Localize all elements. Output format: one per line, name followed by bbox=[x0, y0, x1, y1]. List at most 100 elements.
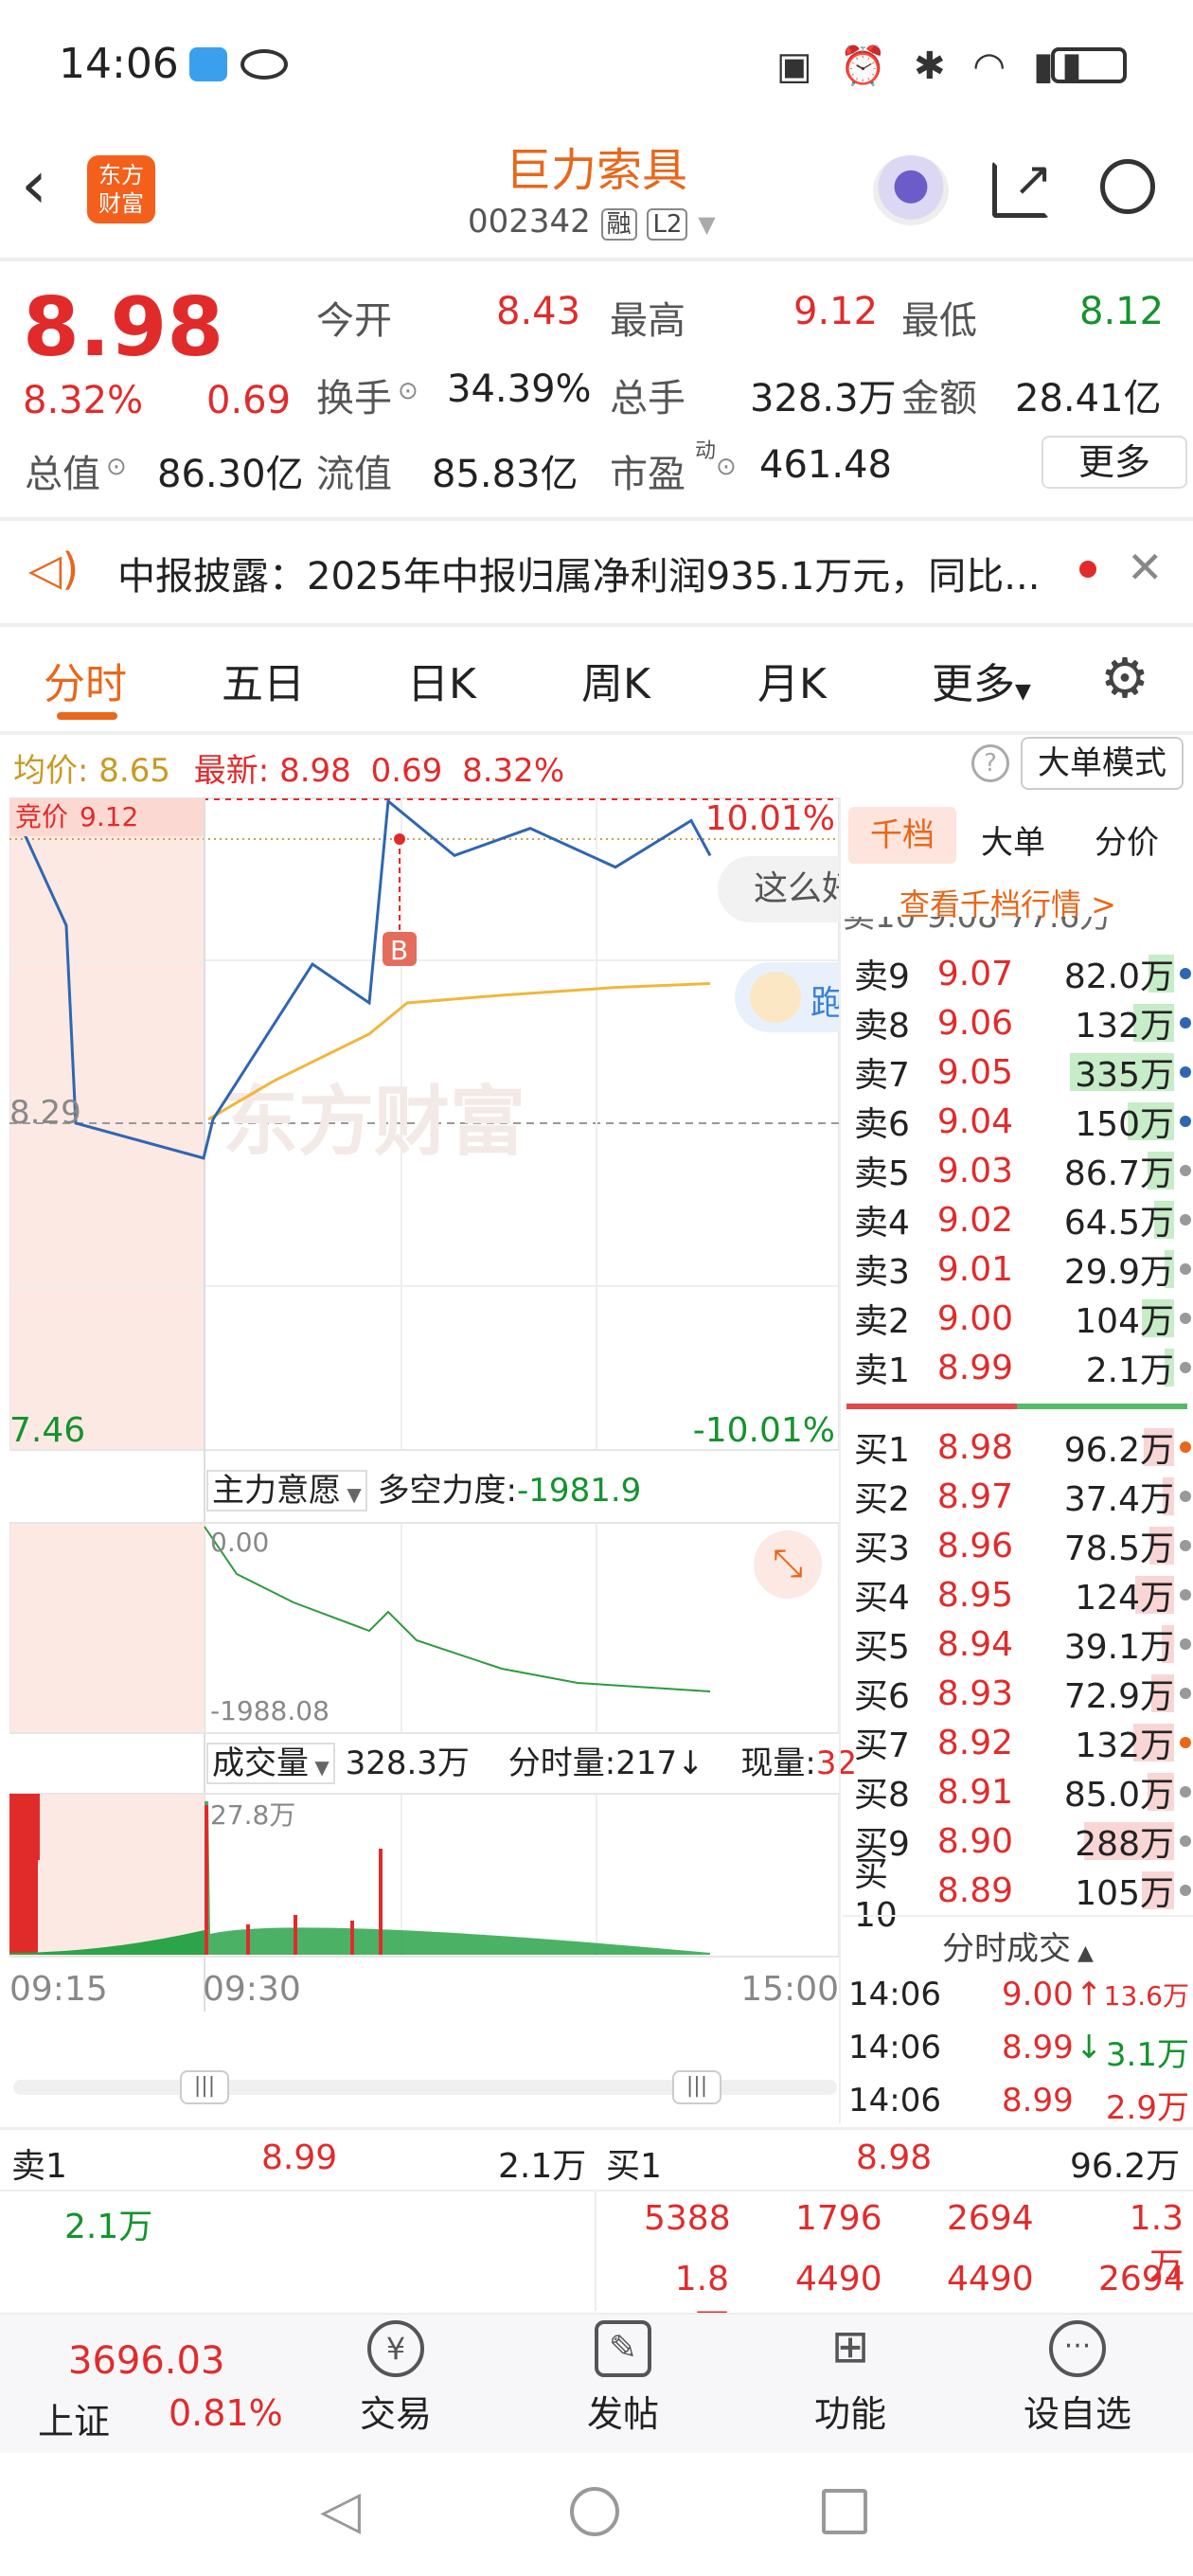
buy-level-9[interactable]: 买10 8.89 105万 bbox=[843, 1855, 1193, 1935]
level-price: 9.03 bbox=[936, 1151, 1013, 1190]
indicator-bottom: -1988.08 bbox=[210, 1695, 329, 1726]
range-handle-right[interactable]: ||| bbox=[672, 2070, 721, 2104]
vol-value: 328.3万 bbox=[750, 377, 897, 420]
sell-level-0[interactable]: 卖9 9.07 82.0万 bbox=[843, 949, 1193, 998]
level-label: 卖1 bbox=[854, 1351, 910, 1390]
time-0930: 09:30 bbox=[203, 1970, 301, 2009]
nav-trade[interactable]: ¥ 交易 bbox=[301, 2320, 490, 2443]
tab-more[interactable]: 更多▼ bbox=[932, 650, 1031, 710]
level-price: 8.90 bbox=[936, 1821, 1013, 1861]
indicator-select[interactable]: 主力意愿 ▼ bbox=[206, 1470, 367, 1512]
level1-vdivider bbox=[595, 2190, 596, 2311]
gear-icon[interactable]: ⚙ bbox=[1100, 646, 1149, 710]
level-price: 8.96 bbox=[936, 1526, 1013, 1565]
tick-arrow: ↓ bbox=[1076, 2029, 1103, 2066]
price-chart[interactable]: 东方财富 B 竞价 9.12 8.29 7.46 10.01% -10.01% 0… bbox=[9, 797, 839, 2012]
info-icon[interactable]: ⊙ bbox=[716, 453, 737, 481]
level-price: 8.95 bbox=[936, 1575, 1013, 1615]
level-volume: 132万 bbox=[1075, 1726, 1174, 1765]
low-value: 8.12 bbox=[1079, 290, 1165, 333]
notice-text[interactable]: 中报披露：2025年中报归属净利润935.1万元，同比... bbox=[117, 546, 1040, 600]
dropdown-icon: ▼ bbox=[1015, 680, 1031, 704]
search-icon[interactable] bbox=[1100, 159, 1155, 214]
level-dot bbox=[1180, 1835, 1191, 1847]
close-icon[interactable]: ✕ bbox=[1127, 542, 1164, 593]
system-recent-icon[interactable] bbox=[822, 2489, 867, 2534]
chat-bubble[interactable]: 这么好 bbox=[718, 856, 841, 922]
help-icon[interactable]: ? bbox=[971, 744, 1009, 782]
nav-func-label: 功能 bbox=[813, 2393, 886, 2435]
rabbit-text: 跑 bbox=[810, 984, 841, 1023]
rabbit-avatar[interactable]: 跑 bbox=[735, 962, 841, 1032]
nav-post-label: 发帖 bbox=[586, 2393, 659, 2435]
side-tab-qiandang[interactable]: 千档 bbox=[848, 807, 956, 864]
fsl-arrow: ↓ bbox=[677, 1744, 704, 1782]
sell-level-8[interactable]: 卖1 8.99 2.1万 bbox=[843, 1343, 1193, 1392]
ticks-header[interactable]: 分时成交 ▲ bbox=[843, 1915, 1193, 1969]
level1-buy-vol: 96.2万 bbox=[1070, 2147, 1181, 2186]
sell-level-7[interactable]: 卖2 9.00 104万 bbox=[843, 1294, 1193, 1343]
level-dot bbox=[1180, 1362, 1191, 1373]
level-volume: 82.0万 bbox=[1063, 957, 1174, 996]
level-label: 买8 bbox=[854, 1776, 910, 1815]
info-icon[interactable]: ⊙ bbox=[398, 377, 418, 405]
index-pct: 0.81% bbox=[169, 2392, 283, 2434]
stock-code-row[interactable]: 002342 融 L2 ▼ bbox=[468, 203, 716, 241]
nav-post[interactable]: ✎ 发帖 bbox=[528, 2320, 718, 2443]
robot-avatar-icon[interactable] bbox=[873, 155, 949, 225]
tab-yuek[interactable]: 月K bbox=[757, 650, 827, 710]
sell-level-2[interactable]: 卖7 9.05 335万 bbox=[843, 1047, 1193, 1097]
buy-level-7[interactable]: 买8 8.91 85.0万 bbox=[843, 1767, 1193, 1816]
level-price: 8.98 bbox=[936, 1427, 1013, 1467]
level-price: 9.06 bbox=[936, 1003, 1013, 1043]
index-widget[interactable]: 3696.03 上证 0.81% bbox=[28, 2322, 284, 2445]
change-amt: 0.69 bbox=[206, 379, 292, 422]
chart-header: 均价: 8.65 最新: 8.98 0.69 8.32% bbox=[13, 744, 564, 791]
system-home-icon[interactable] bbox=[570, 2487, 619, 2536]
sell-level-6[interactable]: 卖3 9.01 29.9万 bbox=[843, 1244, 1193, 1294]
system-back-icon[interactable]: ◁ bbox=[320, 2479, 361, 2541]
tab-wuri[interactable]: 五日 bbox=[222, 650, 305, 710]
tick-time: 14:06 bbox=[848, 1976, 941, 2013]
change-pct: 8.32% bbox=[23, 379, 144, 422]
buy-level-1[interactable]: 买2 8.97 37.4万 bbox=[843, 1472, 1193, 1521]
big-order-button[interactable]: 大单模式 bbox=[1021, 737, 1184, 790]
more-button[interactable]: 更多 bbox=[1042, 436, 1187, 489]
pe-label: 市盈 bbox=[610, 453, 686, 496]
vol-label: 总手 bbox=[610, 377, 686, 420]
sell-level-5[interactable]: 卖4 9.02 64.5万 bbox=[843, 1195, 1193, 1244]
tick-time: 14:06 bbox=[848, 2082, 941, 2120]
level1-sell-vol: 2.1万 bbox=[498, 2147, 587, 2186]
tab-rik[interactable]: 日K bbox=[407, 650, 476, 710]
sell-level-1[interactable]: 卖8 9.06 132万 bbox=[843, 998, 1193, 1047]
tab-fenshi[interactable]: 分时 bbox=[44, 650, 127, 710]
level-label: 买5 bbox=[854, 1628, 910, 1667]
level1-buy-label: 买1 bbox=[606, 2147, 662, 2186]
sell-level-3[interactable]: 卖6 9.04 150万 bbox=[843, 1097, 1193, 1146]
queue-cell: 2694 bbox=[947, 2199, 1034, 2238]
level-dot bbox=[1180, 1263, 1191, 1275]
volume-select[interactable]: 成交量 ▼ bbox=[206, 1743, 335, 1784]
indicator-name: 主力意愿 bbox=[212, 1472, 341, 1510]
buy-level-4[interactable]: 买5 8.94 39.1万 bbox=[843, 1619, 1193, 1669]
info-icon[interactable]: ⊙ bbox=[106, 453, 127, 481]
range-handle-left[interactable]: ||| bbox=[180, 2070, 229, 2104]
buy-level-2[interactable]: 买3 8.96 78.5万 bbox=[843, 1521, 1193, 1570]
tick-price: 8.99 bbox=[1002, 2082, 1074, 2120]
divider bbox=[0, 258, 1193, 261]
side-tab-fenjia[interactable]: 分价 bbox=[1095, 816, 1159, 863]
nav-fav[interactable]: ··· 设自选 bbox=[983, 2320, 1172, 2443]
tab-zhouk[interactable]: 周K bbox=[581, 650, 650, 710]
buy-level-6[interactable]: 买7 8.92 132万 bbox=[843, 1718, 1193, 1767]
buy-level-0[interactable]: 买1 8.98 96.2万 bbox=[843, 1422, 1193, 1472]
buy-level-5[interactable]: 买6 8.93 72.9万 bbox=[843, 1669, 1193, 1718]
side-tab-dadan[interactable]: 大单 bbox=[981, 816, 1045, 863]
level-dot bbox=[1180, 1017, 1191, 1029]
sell-level-4[interactable]: 卖5 9.03 86.7万 bbox=[843, 1146, 1193, 1195]
nav-func[interactable]: ⊞ 功能 bbox=[756, 2320, 945, 2443]
level1-sell-price: 8.99 bbox=[261, 2138, 338, 2177]
fsl-label: 分时量: bbox=[507, 1744, 616, 1782]
buy-level-3[interactable]: 买4 8.95 124万 bbox=[843, 1570, 1193, 1619]
level-label: 卖4 bbox=[854, 1204, 910, 1243]
expand-button[interactable]: ⤡ bbox=[754, 1530, 822, 1599]
